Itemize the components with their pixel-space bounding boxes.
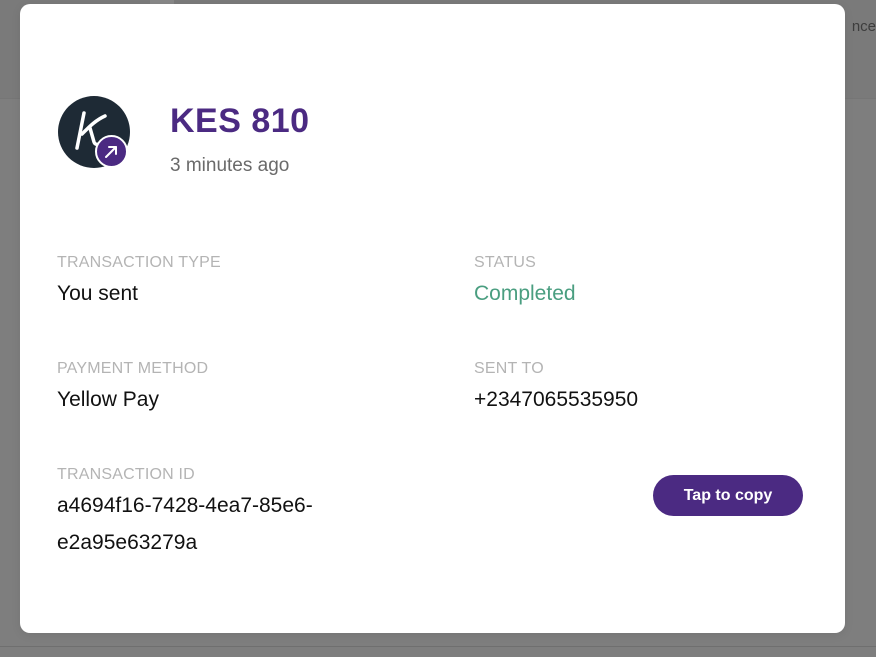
payment-method-label: PAYMENT METHOD [57, 360, 209, 377]
status-label: STATUS [474, 254, 536, 271]
background-partial-text: nce [851, 18, 876, 35]
sent-arrow-icon [95, 135, 128, 168]
transaction-id-label: TRANSACTION ID [57, 466, 195, 483]
sent-to-value: +2347065535950 [474, 388, 639, 411]
transaction-type-value: You sent [57, 282, 138, 305]
transaction-time: 3 minutes ago [170, 155, 290, 176]
status-value: Completed [474, 282, 576, 305]
transaction-type-label: TRANSACTION TYPE [57, 254, 221, 271]
sent-to-label: SENT TO [474, 360, 544, 377]
tap-to-copy-button[interactable]: Tap to copy [653, 475, 803, 516]
background-divider [0, 646, 876, 647]
transaction-id-value: a4694f16-7428-4ea7-85e6-e2a95e63279a [57, 494, 313, 554]
transaction-amount: KES 810 [170, 102, 310, 140]
transaction-details-modal: KES 810 3 minutes ago TRANSACTION TYPE Y… [20, 4, 845, 633]
payment-method-value: Yellow Pay [57, 388, 159, 411]
